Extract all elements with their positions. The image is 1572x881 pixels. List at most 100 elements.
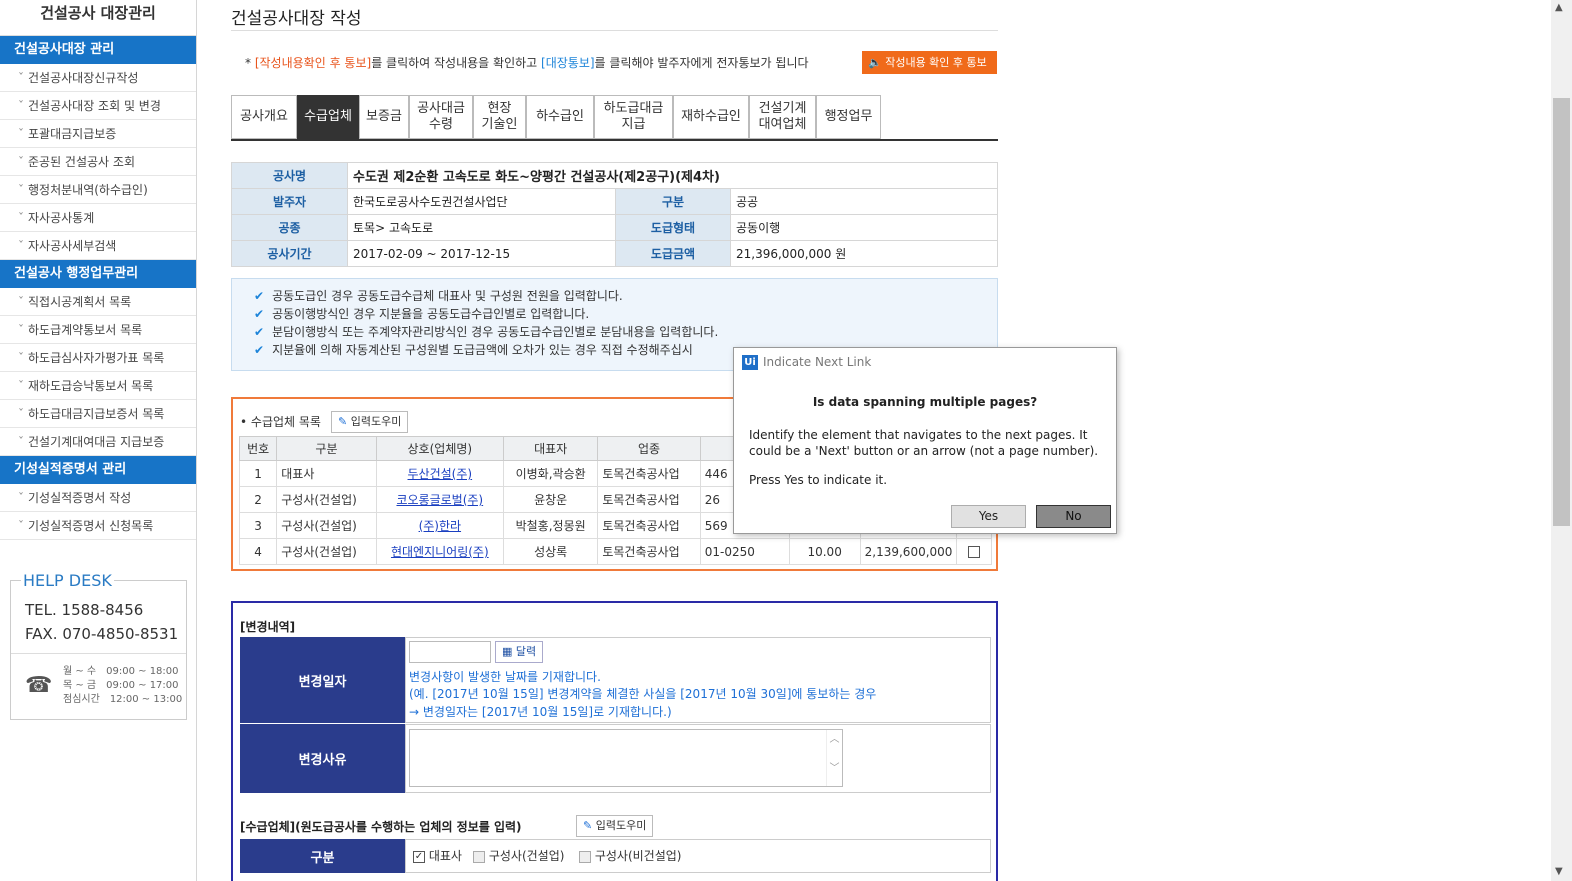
menu-item-direct-plan[interactable]: ˇ 직접시공계획서 목록 <box>0 288 196 316</box>
contract-form-label: 도급형태 <box>615 214 731 241</box>
helpdesk-box: HELP DESK TEL. 1588-8456 FAX. 070-4850-8… <box>10 571 187 720</box>
change-section-title: [변경내역] <box>240 620 296 634</box>
company-link[interactable]: 두산건설(주) <box>408 467 473 481</box>
dialog-message: Identify the element that navigates to t… <box>749 428 1099 458</box>
yes-button[interactable]: Yes <box>951 505 1026 528</box>
menu-item-subcontract-notice[interactable]: ˇ 하도급계약통보서 목록 <box>0 316 196 344</box>
project-name-label: 공사명 <box>231 162 348 189</box>
helpdesk-title: HELP DESK <box>21 571 114 590</box>
dialog-titlebar: Ui Indicate Next Link <box>734 348 1116 376</box>
menu-item-resubcontract[interactable]: ˇ 재하도급승낙통보서 목록 <box>0 372 196 400</box>
col-kind: 구분 <box>276 436 377 461</box>
change-reason-label: 변경사유 <box>240 724 405 793</box>
company-link[interactable]: 현대엔지니어링(주) <box>391 545 489 559</box>
dialog-heading: Is data spanning multiple pages? <box>812 395 1038 409</box>
menu-item-subcontract-review[interactable]: ˇ 하도급심사자가평가표 목록 <box>0 344 196 372</box>
contract-form-value: 공동이행 <box>730 214 998 241</box>
guide-line: ✔ 공동이행방식인 경우 지분율을 공동도급수급인별로 입력합니다. <box>254 307 590 321</box>
scroll-down-icon[interactable]: ▼ <box>1555 866 1563 877</box>
orderer-label: 발주자 <box>231 188 348 215</box>
orderer-value: 한국도로공사수도권건설사업단 <box>347 188 616 215</box>
checkbox-icon <box>473 850 485 863</box>
col-no: 번호 <box>238 436 278 461</box>
tab-subcontractor[interactable]: 하수급인 <box>526 95 594 139</box>
category-label: 구분 <box>615 188 731 215</box>
guide-line: ✔ 분담이행방식 또는 주계약자관리방식인 경우 공동도급수급인별로 분담내용을 … <box>254 325 719 339</box>
option-member-nonconstruction[interactable]: 구성사(비건설업) <box>579 847 681 864</box>
app-title: 건설공사 대장관리 <box>0 0 196 36</box>
confirm-and-notify-button[interactable]: 🔈 작성내용 확인 후 통보 <box>862 51 997 74</box>
chevron-down-icon: ﹀ <box>829 763 840 774</box>
tab-subcontract-payment[interactable]: 하도급대금 지급 <box>594 95 673 139</box>
menu-group-ledger[interactable]: 건설공사대장 관리 <box>0 36 196 64</box>
menu-item-subcontract-guarantee[interactable]: ˇ 하도급대금지급보증서 목록 <box>0 400 196 428</box>
page-scrollbar[interactable]: ▲ ▼ <box>1551 0 1572 881</box>
helpdesk-divider <box>11 653 186 654</box>
supplier-list-label: • 수급업체 목록 <box>240 415 321 429</box>
change-date-label: 변경일자 <box>240 637 405 723</box>
chevron-up-icon: ︿ <box>829 734 840 745</box>
row-checkbox[interactable] <box>968 546 981 558</box>
menu-item-ledger-search[interactable]: ˇ 건설공사대장 조회 및 변경 <box>0 92 196 120</box>
sidebar: 건설공사 대장관리 건설공사대장 관리 ˇ 건설공사대장신규작성 ˇ 건설공사대장 … <box>0 0 197 881</box>
no-button[interactable]: No <box>1036 505 1111 528</box>
tab-overview[interactable]: 공사개요 <box>231 95 297 139</box>
menu-item-completed-search[interactable]: ˇ 준공된 건설공사 조회 <box>0 148 196 176</box>
col-industry: 업종 <box>597 436 701 461</box>
tab-machine-rental[interactable]: 건설기계 대여업체 <box>749 95 816 139</box>
company-link[interactable]: 코오롱글로벌(주) <box>396 493 483 507</box>
menu-item-performance-write[interactable]: ˇ 기성실적증명서 작성 <box>0 484 196 512</box>
speaker-icon: 🔈 <box>868 56 882 69</box>
supplier-input-title: [수급업체](원도급공사를 수행하는 업체의 정보를 입력) <box>240 820 522 834</box>
checkbox-checked-icon: ✓ <box>413 850 425 863</box>
col-ceo: 대표자 <box>502 436 599 461</box>
helpdesk-tel: TEL. 1588-8456 <box>25 601 144 619</box>
period-label: 공사기간 <box>231 240 348 267</box>
menu-group-admin[interactable]: 건설공사 행정업무관리 <box>0 260 196 288</box>
category-value: 공공 <box>730 188 998 215</box>
scrollbar-thumb[interactable] <box>1553 98 1570 526</box>
period-value: 2017-02-09 ~ 2017-12-15 <box>347 240 616 267</box>
work-type-label: 공종 <box>231 214 348 241</box>
option-member-construction[interactable]: 구성사(건설업) <box>473 847 564 864</box>
tab-suppliers[interactable]: 수급업체 <box>297 95 359 139</box>
work-type-value: 토목> 고속도로 <box>347 214 616 241</box>
check-icon: ✔ <box>254 325 265 339</box>
dialog-instruction: Press Yes to indicate it. <box>749 473 888 487</box>
check-icon: ✔ <box>254 307 265 321</box>
company-link[interactable]: (주)한라 <box>419 519 461 533</box>
tab-bar: 공사개요 수급업체 보증금 공사대금 수령 현장 기술인 하수급인 하도급대금 … <box>231 95 998 141</box>
menu-group-performance[interactable]: 기성실적증명서 관리 <box>0 456 196 484</box>
tab-resubcontractor[interactable]: 재하수급인 <box>673 95 749 139</box>
change-reason-textarea[interactable]: ︿ ﹀ <box>409 729 843 787</box>
change-date-example: (예. [2017년 10월 15일] 변경계약을 체결한 사실을 [2017년… <box>409 687 877 701</box>
change-date-example-2: → 변경일자는 [2017년 10월 15일]로 기재합니다.) <box>409 705 672 719</box>
helpdesk-hours: 월 ~ 수 09:00 ~ 18:00 목 ~ 금 09:00 ~ 17:00 점심… <box>63 666 183 705</box>
change-date-input[interactable] <box>409 641 491 663</box>
tab-payment-receipt[interactable]: 공사대금 수령 <box>409 95 473 139</box>
tab-admin-work[interactable]: 행정업무 <box>816 95 881 139</box>
project-info-table: 공사명 수도권 제2순환 고속도로 화도~양평간 건설공사(제2공구)(제4차)… <box>231 162 998 267</box>
menu-item-disposition[interactable]: ˇ 행정처분내역(하수급인) <box>0 176 196 204</box>
title-divider <box>231 30 998 31</box>
option-representative[interactable]: ✓ 대표사 <box>413 847 462 864</box>
menu-item-own-stats[interactable]: ˇ 자사공사통계 <box>0 204 196 232</box>
dialog-title: Indicate Next Link <box>763 355 872 369</box>
menu-item-own-detail-search[interactable]: ˇ 자사공사세부검색 <box>0 232 196 260</box>
calendar-button[interactable]: ▦ 달력 <box>495 641 544 663</box>
col-company: 상호(업체명) <box>375 436 504 461</box>
menu-item-payment-guarantee[interactable]: ˇ 포괄대금지급보증 <box>0 120 196 148</box>
menu-item-new-ledger[interactable]: ˇ 건설공사대장신규작성 <box>0 64 196 92</box>
textarea-scrollbar[interactable]: ︿ ﹀ <box>826 730 842 786</box>
supplier-input-helper-button[interactable]: ✎ 입력도우미 <box>576 815 654 837</box>
kind-label: 구분 <box>240 839 405 873</box>
tab-site-engineer[interactable]: 현장 기술인 <box>473 95 526 139</box>
scroll-up-icon[interactable]: ▲ <box>1555 2 1563 13</box>
tab-deposit[interactable]: 보증금 <box>359 95 409 139</box>
menu-item-performance-list[interactable]: ˇ 기성실적증명서 신청목록 <box>0 512 196 540</box>
checkbox-icon <box>579 850 591 863</box>
page-title: 건설공사대장 작성 <box>231 9 362 29</box>
input-helper-button[interactable]: ✎ 입력도우미 <box>331 411 409 433</box>
uipath-logo-icon: Ui <box>742 355 758 370</box>
menu-item-machine-guarantee[interactable]: ˇ 건설기계대여대금 지급보증 <box>0 428 196 456</box>
